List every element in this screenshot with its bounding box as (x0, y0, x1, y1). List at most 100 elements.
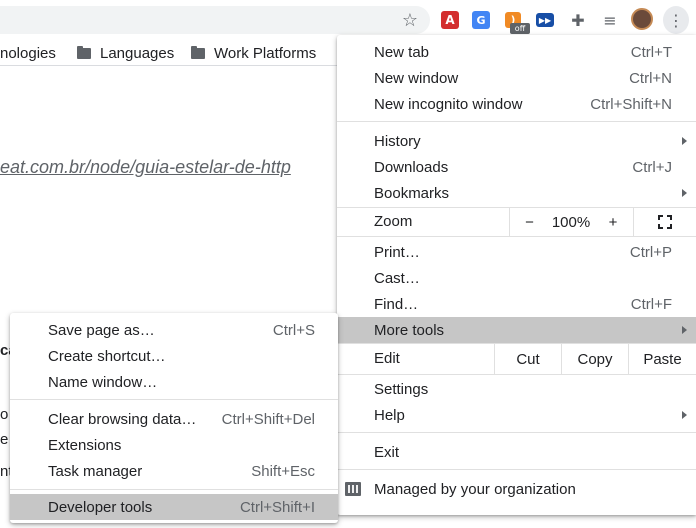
menu-item-label: Developer tools (48, 498, 153, 516)
cut-label: Cut (516, 350, 540, 368)
menu-item-managed[interactable]: Managed by your organization (337, 476, 696, 502)
extensions-puzzle-icon[interactable]: ✚ (567, 9, 589, 31)
menu-item-label: Bookmarks (374, 184, 450, 202)
bookmark-languages[interactable]: Languages (77, 43, 174, 63)
menu-item-shortcut: Ctrl+F (630, 295, 672, 313)
menu-item-label: Exit (374, 443, 400, 461)
menu-item-label: Find… (374, 295, 419, 313)
menu-item-new-window[interactable]: New window Ctrl+N (337, 65, 696, 91)
menu-item-clear-browsing-data[interactable]: Clear browsing data… Ctrl+Shift+Del (10, 406, 338, 432)
star-icon[interactable]: ☆ (399, 9, 421, 31)
rss-badge: off (510, 23, 530, 34)
profile-avatar[interactable] (631, 8, 653, 30)
zoom-in-button[interactable]: + (593, 207, 633, 237)
page-link[interactable]: eat.com.br/node/guia-estelar-de-http (0, 157, 291, 178)
menu-item-shortcut: Ctrl+S (272, 321, 315, 339)
menu-item-label: Extensions (48, 436, 122, 454)
acrobat-extension-icon[interactable]: A (441, 11, 459, 29)
menu-item-exit[interactable]: Exit (337, 439, 696, 465)
bookmark-label: Languages (100, 44, 175, 62)
zoom-out-button[interactable]: − (509, 207, 549, 237)
menu-item-label: Save page as… (48, 321, 155, 339)
menu-item-label: Create shortcut… (48, 347, 166, 365)
menu-item-label: New incognito window (374, 95, 523, 113)
menu-item-shortcut: Ctrl+Shift+I (239, 498, 315, 516)
bookmark-technologies[interactable]: nologies (0, 43, 56, 63)
menu-item-history[interactable]: History (337, 128, 696, 154)
translate-extension-icon[interactable]: G (472, 11, 490, 29)
page-text-fragment: e (0, 431, 9, 448)
more-tools-submenu: Save page as… Ctrl+S Create shortcut… Na… (10, 313, 338, 523)
menu-separator (337, 469, 696, 470)
media-extension-icon[interactable]: ▶▶ (536, 13, 554, 27)
address-bar[interactable] (0, 6, 430, 34)
menu-item-find[interactable]: Find… Ctrl+F (337, 291, 696, 317)
menu-item-task-manager[interactable]: Task manager Shift+Esc (10, 458, 338, 484)
paste-label: Paste (643, 350, 682, 368)
menu-item-shortcut: Shift+Esc (251, 462, 315, 480)
menu-item-label: More tools (374, 321, 445, 339)
fullscreen-icon (658, 215, 672, 229)
menu-item-label: Cast… (374, 269, 420, 287)
menu-item-label: New window (374, 69, 459, 87)
menu-item-new-tab[interactable]: New tab Ctrl+T (337, 39, 696, 65)
folder-icon (77, 45, 91, 59)
zoom-label: Zoom (374, 213, 413, 230)
folder-icon (191, 45, 205, 59)
menu-item-bookmarks[interactable]: Bookmarks (337, 180, 696, 206)
menu-item-label: History (374, 132, 421, 150)
edit-label: Edit (374, 350, 400, 367)
copy-label: Copy (577, 350, 613, 368)
menu-item-extensions[interactable]: Extensions (10, 432, 338, 458)
menu-item-shortcut: Ctrl+Shift+Del (221, 410, 315, 428)
submenu-arrow-icon (682, 189, 687, 197)
menu-item-developer-tools[interactable]: Developer tools Ctrl+Shift+I (10, 494, 338, 520)
reading-list-icon[interactable]: ≡ (599, 9, 621, 31)
menu-item-create-shortcut[interactable]: Create shortcut… (10, 343, 338, 369)
zoom-value-label: 100% (551, 213, 591, 231)
menu-item-label: Downloads (374, 158, 449, 176)
cut-button[interactable]: Cut (494, 344, 561, 374)
menu-item-shortcut: Ctrl+J (632, 158, 672, 176)
kebab-menu-icon[interactable]: ⋮ (663, 6, 689, 34)
paste-button[interactable]: Paste (628, 344, 696, 374)
menu-item-save-page[interactable]: Save page as… Ctrl+S (10, 317, 338, 343)
bookmark-label: nologies (0, 44, 56, 62)
menu-item-new-incognito[interactable]: New incognito window Ctrl+Shift+N (337, 91, 696, 117)
menu-item-print[interactable]: Print… Ctrl+P (337, 239, 696, 265)
menu-item-label: Clear browsing data… (48, 410, 197, 428)
menu-item-label: Managed by your organization (374, 480, 576, 498)
menu-item-help[interactable]: Help (337, 402, 696, 428)
menu-item-shortcut: Ctrl+T (630, 43, 672, 61)
bookmark-label: Work Platforms (214, 44, 317, 62)
menu-separator (337, 432, 696, 433)
bookmark-work-platforms[interactable]: Work Platforms (191, 43, 316, 63)
menu-item-label: New tab (374, 43, 430, 61)
menu-item-label: Settings (374, 380, 429, 398)
chrome-main-menu: New tab Ctrl+T New window Ctrl+N New inc… (337, 35, 696, 515)
menu-separator (10, 489, 338, 490)
menu-separator (10, 399, 338, 400)
menu-item-shortcut: Ctrl+N (629, 69, 672, 87)
menu-item-label: Name window… (48, 373, 158, 391)
menu-item-cast[interactable]: Cast… (337, 265, 696, 291)
menu-item-label: Task manager (48, 462, 143, 480)
menu-item-label: Help (374, 406, 405, 424)
menu-item-name-window[interactable]: Name window… (10, 369, 338, 395)
zoom-value: 100% (549, 207, 593, 237)
submenu-arrow-icon (682, 411, 687, 419)
fullscreen-button[interactable] (633, 207, 696, 237)
menu-item-more-tools[interactable]: More tools (337, 317, 696, 343)
menu-separator (337, 121, 696, 122)
menu-separator (337, 236, 696, 237)
page-text-fragment: o (0, 406, 9, 423)
menu-zoom-row: Zoom − 100% + (337, 207, 696, 237)
building-icon (345, 482, 361, 496)
menu-item-downloads[interactable]: Downloads Ctrl+J (337, 154, 696, 180)
menu-item-shortcut: Ctrl+Shift+N (590, 95, 672, 113)
submenu-arrow-icon (682, 137, 687, 145)
submenu-arrow-icon (682, 326, 687, 334)
copy-button[interactable]: Copy (561, 344, 628, 374)
browser-toolbar: ☆ A G ) off ▶▶ ✚ ≡ ⋮ (0, 0, 696, 40)
menu-item-settings[interactable]: Settings (337, 376, 696, 402)
